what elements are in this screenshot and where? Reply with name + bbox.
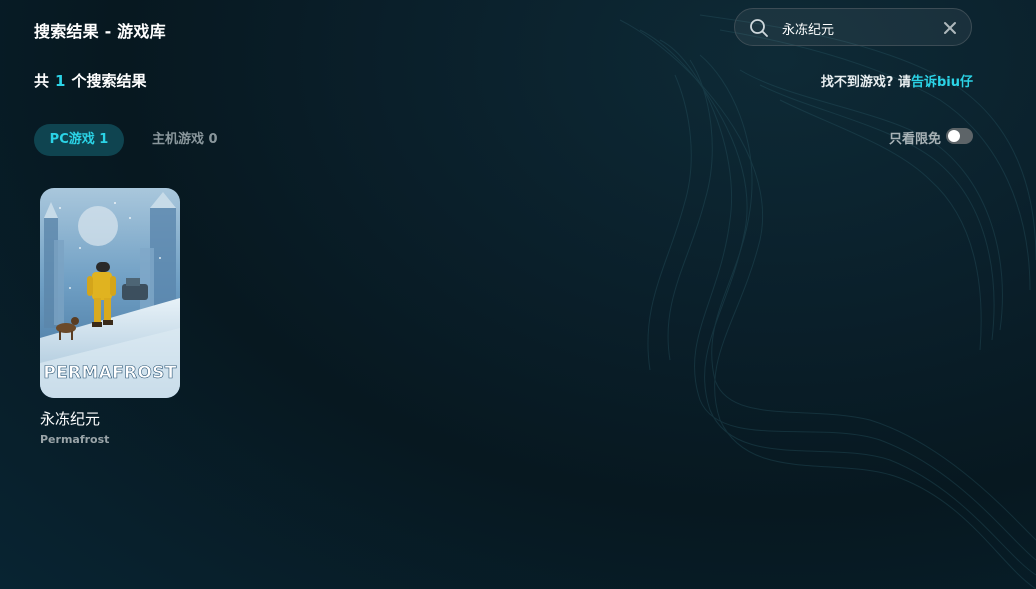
free-only-label: 只看限免	[888, 132, 941, 147]
result-count: 共 1 个搜索结果	[34, 70, 146, 91]
game-title[interactable]: 永冻纪元	[40, 408, 180, 429]
cover-title-text: PERMAFROST	[43, 363, 176, 383]
feedback-prompt: 找不到游戏? 请告诉biu仔	[821, 71, 973, 90]
tab-pc-games[interactable]: PC游戏 1	[34, 124, 124, 156]
game-card[interactable]: PERMAFROST 永冻纪元 Permafrost	[40, 188, 180, 446]
page-title: 搜索结果 - 游戏库	[34, 22, 166, 41]
game-subtitle: Permafrost	[40, 433, 110, 446]
search-box[interactable]	[734, 8, 972, 46]
result-count-suffix: 个搜索结果	[71, 72, 147, 90]
tab-console-games[interactable]: 主机游戏 0	[152, 124, 218, 156]
feedback-text: 找不到游戏? 请	[820, 75, 911, 90]
feedback-link[interactable]: 告诉biu仔	[911, 75, 973, 90]
close-icon[interactable]	[942, 20, 958, 36]
search-input[interactable]	[782, 17, 932, 39]
game-cover-image[interactable]: PERMAFROST	[40, 188, 180, 398]
result-count-prefix: 共	[34, 72, 50, 90]
result-count-number: 1	[55, 72, 66, 90]
free-only-toggle[interactable]	[946, 128, 973, 144]
toggle-knob	[948, 130, 960, 142]
search-icon[interactable]	[749, 18, 769, 38]
